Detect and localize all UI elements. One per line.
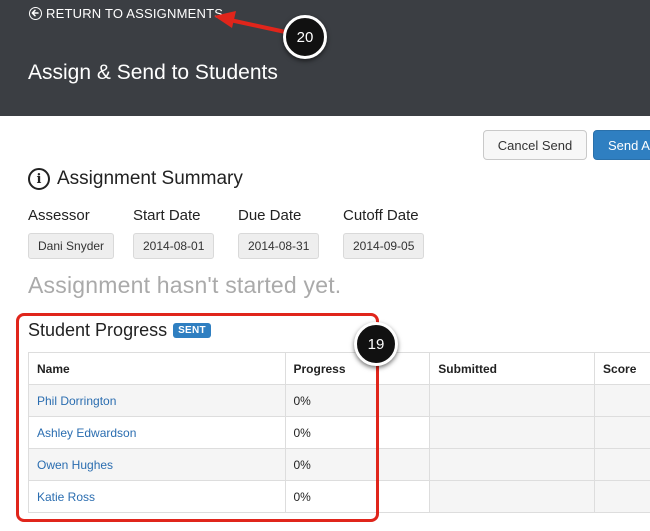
table-row: Phil Dorrington 0% xyxy=(28,384,650,417)
page-header: RETURN TO ASSIGNMENTS Assign & Send to S… xyxy=(0,0,650,116)
due-date-label: Due Date xyxy=(238,207,302,224)
table-row: Katie Ross 0% xyxy=(28,480,650,513)
info-icon: i xyxy=(28,168,50,190)
submitted-cell xyxy=(429,480,596,513)
student-progress-value: 0% xyxy=(284,448,431,481)
start-date-label: Start Date xyxy=(133,207,201,224)
return-link-label: RETURN TO ASSIGNMENTS xyxy=(46,6,224,21)
cancel-send-button[interactable]: Cancel Send xyxy=(483,130,587,160)
student-progress-value: 0% xyxy=(284,480,431,513)
due-date-value: 2014-08-31 xyxy=(238,233,320,259)
cutoff-date-label: Cutoff Date xyxy=(343,207,419,224)
assignment-summary-title: Assignment Summary xyxy=(57,168,243,189)
student-name-link[interactable]: Katie Ross xyxy=(37,490,95,504)
column-header-name[interactable]: Name xyxy=(28,352,286,385)
assessor-label: Assessor xyxy=(28,207,90,224)
column-header-progress[interactable]: Progress xyxy=(284,352,431,385)
student-name-link[interactable]: Phil Dorrington xyxy=(37,394,116,408)
table-row: Ashley Edwardson 0% xyxy=(28,416,650,449)
back-arrow-icon xyxy=(29,7,42,20)
submitted-cell xyxy=(429,384,596,417)
score-cell xyxy=(594,448,650,481)
column-header-submitted[interactable]: Submitted xyxy=(429,352,596,385)
return-to-assignments-link[interactable]: RETURN TO ASSIGNMENTS xyxy=(29,6,223,21)
sent-status-badge: SENT xyxy=(173,323,211,338)
student-progress-title: Student Progress xyxy=(28,320,168,340)
submitted-cell xyxy=(429,448,596,481)
assignment-status-text: Assignment hasn't started yet. xyxy=(28,272,342,298)
student-progress-value: 0% xyxy=(284,384,431,417)
page-title: Assign & Send to Students xyxy=(28,61,278,84)
student-progress-value: 0% xyxy=(284,416,431,449)
student-name-link[interactable]: Owen Hughes xyxy=(37,458,113,472)
student-progress-heading: Student Progress SENT xyxy=(28,320,211,341)
send-assignment-button[interactable]: Send As xyxy=(593,130,650,160)
score-cell xyxy=(594,384,650,417)
assignment-summary-heading: i Assignment Summary xyxy=(28,168,243,190)
student-progress-table: Name Progress Submitted Score Phil Dorri… xyxy=(28,352,650,513)
cutoff-date-value: 2014-09-05 xyxy=(343,233,425,259)
score-cell xyxy=(594,480,650,513)
table-row: Owen Hughes 0% xyxy=(28,448,650,481)
start-date-value: 2014-08-01 xyxy=(133,233,215,259)
student-name-link[interactable]: Ashley Edwardson xyxy=(37,426,136,440)
score-cell xyxy=(594,416,650,449)
table-header-row: Name Progress Submitted Score xyxy=(28,352,650,385)
column-header-score[interactable]: Score xyxy=(594,352,650,385)
step-callout-19: 19 xyxy=(354,322,398,366)
assessor-value: Dani Snyder xyxy=(28,233,115,259)
submitted-cell xyxy=(429,416,596,449)
step-callout-20: 20 xyxy=(283,15,327,59)
